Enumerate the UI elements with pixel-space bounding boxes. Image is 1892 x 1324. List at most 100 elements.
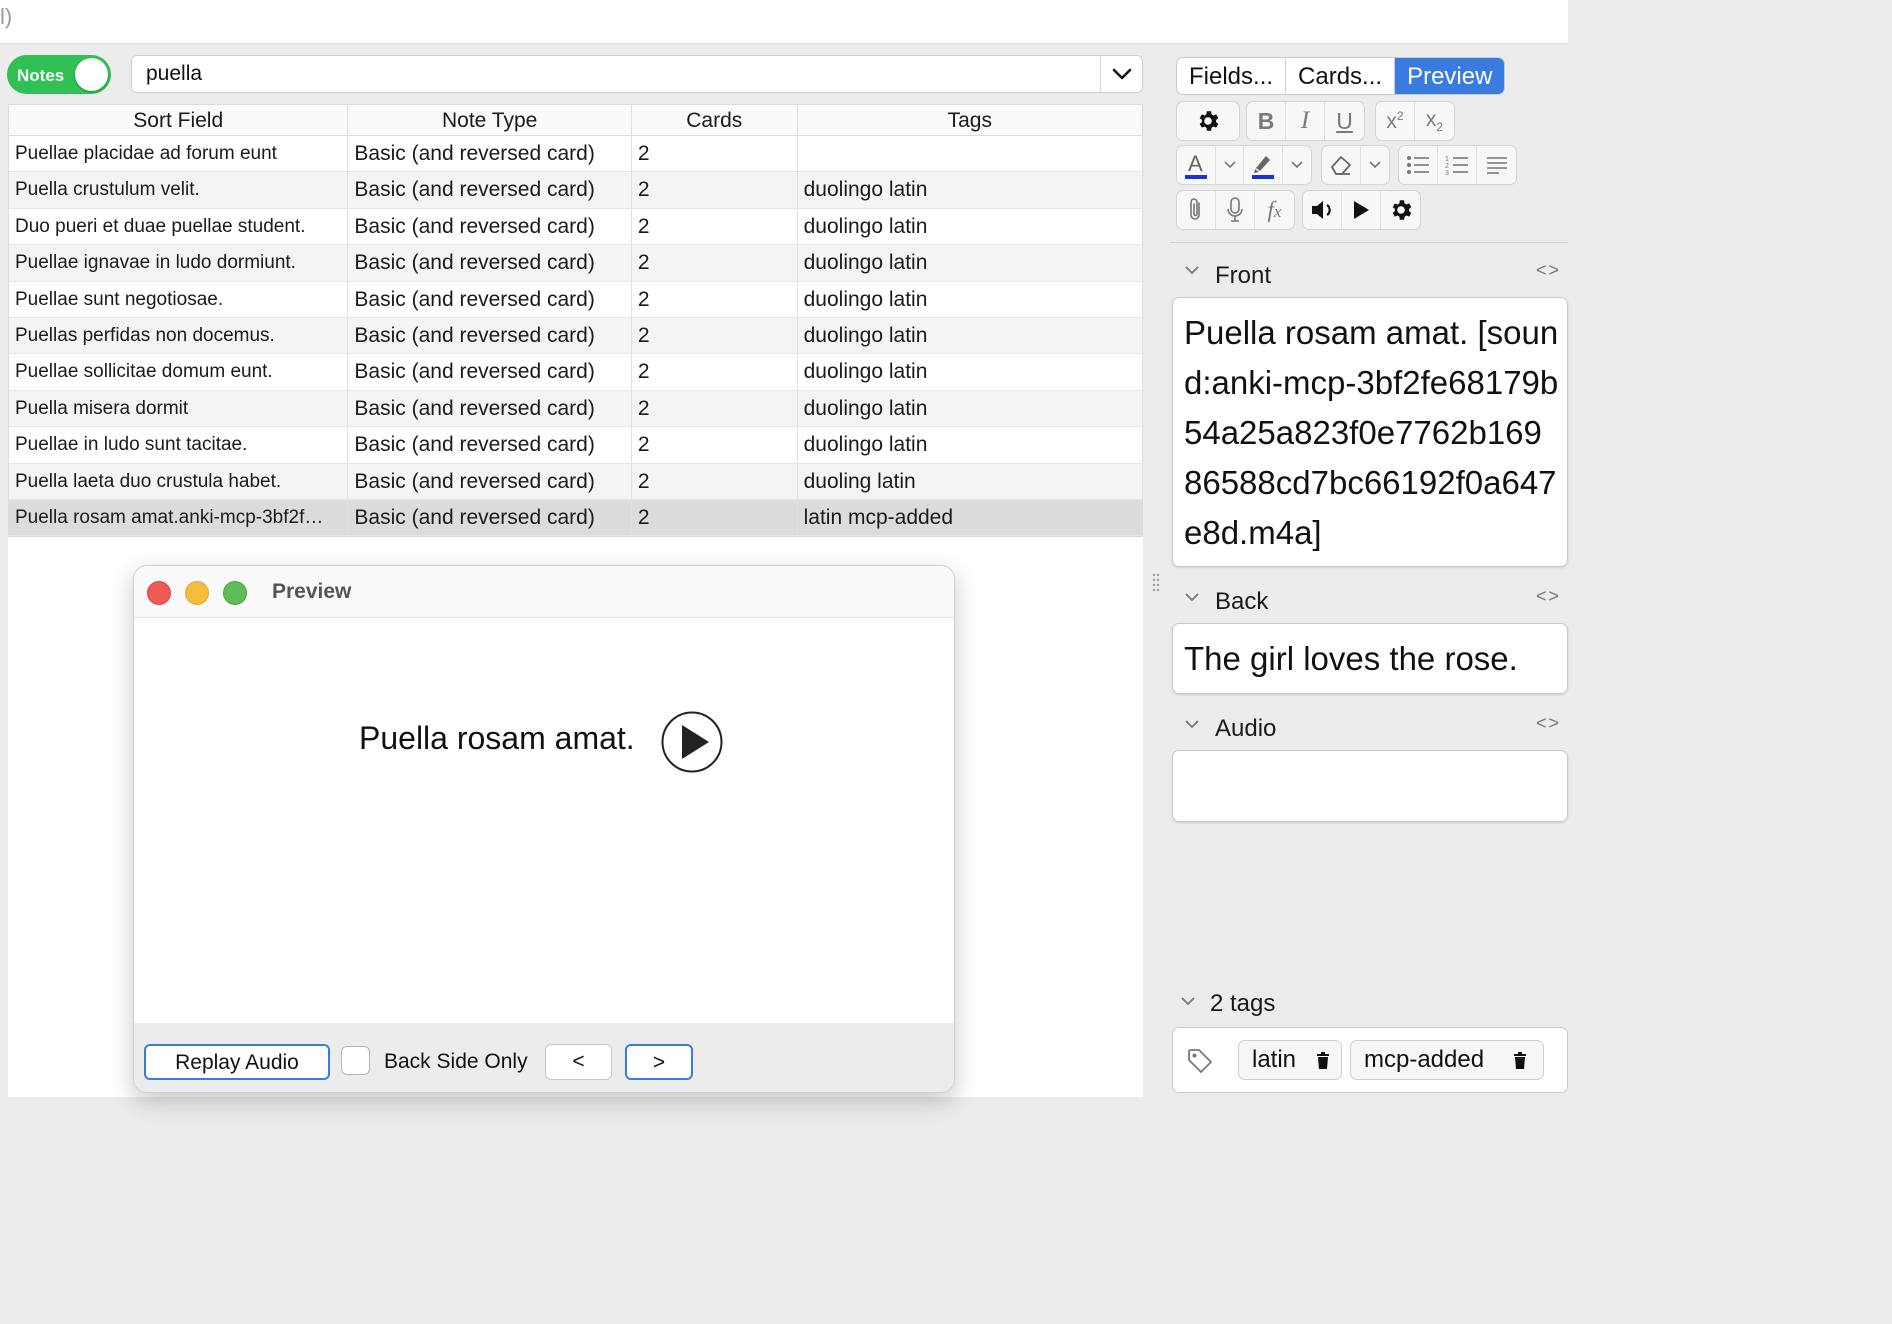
collapse-chevron-icon[interactable]: [1184, 592, 1200, 602]
superscript-icon[interactable]: x2: [1376, 102, 1415, 140]
cell-tags: [798, 136, 1142, 171]
chevron-down-icon[interactable]: [1216, 146, 1244, 184]
cell-sort-field: Puella laeta duo crustula habet.: [9, 463, 349, 499]
search-input[interactable]: puella: [131, 55, 1143, 93]
table-row[interactable]: Puellae in ludo sunt tacitae. Basic (and…: [9, 427, 1142, 464]
column-header-tags[interactable]: Tags: [798, 105, 1142, 135]
html-editor-toggle-icon[interactable]: <>: [1536, 260, 1561, 281]
table-row[interactable]: Duo pueri et duae puellae student. Basic…: [9, 208, 1142, 246]
list-group: 123: [1398, 145, 1517, 185]
zoom-window-button[interactable]: [223, 581, 247, 605]
highlight-icon[interactable]: [1244, 146, 1283, 184]
cell-tags: duolingo latin: [803, 251, 928, 275]
cell-cards: 2: [632, 499, 798, 536]
play-audio-icon[interactable]: [661, 711, 723, 773]
tags-count-label: 2 tags: [1210, 990, 1276, 1017]
back-field-value: The girl loves the rose.: [1184, 640, 1518, 677]
cards-button[interactable]: Cards...: [1286, 58, 1396, 94]
column-header-note-type[interactable]: Note Type: [348, 105, 632, 135]
splitter-handle[interactable]: [1152, 573, 1160, 595]
cell-cards: 2: [632, 354, 798, 390]
audio-field-editor[interactable]: [1172, 750, 1568, 822]
cell-note-type: Basic (and reversed card): [348, 354, 632, 390]
table-row[interactable]: Puellae ignavae in ludo dormiunt. Basic …: [9, 245, 1142, 282]
table-row[interactable]: Puellas perfidas non docemus. Basic (and…: [9, 317, 1142, 355]
play-icon[interactable]: [1342, 191, 1381, 229]
tag-editor[interactable]: latin mcp-added: [1172, 1027, 1568, 1093]
window-top-strip: l): [0, 0, 1568, 44]
cell-tags: duolingo latin: [803, 178, 928, 202]
gear-icon[interactable]: [1177, 102, 1239, 140]
collapse-chevron-icon[interactable]: [1184, 265, 1200, 275]
subscript-icon[interactable]: x2: [1415, 102, 1454, 140]
eraser-icon[interactable]: [1322, 146, 1361, 184]
settings-icon[interactable]: [1381, 191, 1420, 229]
replay-audio-button[interactable]: Replay Audio: [144, 1044, 330, 1080]
back-side-only-checkbox[interactable]: [341, 1046, 370, 1075]
cell-sort-field: Puellae sunt negotiosae.: [9, 281, 349, 317]
preview-window-title: Preview: [272, 580, 352, 603]
previous-card-button[interactable]: <: [545, 1044, 612, 1080]
cell-tags: duoling latin: [803, 469, 916, 493]
notes-cards-toggle[interactable]: Notes: [7, 55, 111, 94]
chevron-down-icon: [1112, 68, 1131, 80]
collapse-chevron-icon[interactable]: [1184, 719, 1200, 729]
align-icon[interactable]: [1477, 146, 1516, 184]
tag-chip-mcp-added[interactable]: mcp-added: [1350, 1040, 1544, 1080]
delete-tag-icon[interactable]: [1316, 1052, 1330, 1069]
next-card-button[interactable]: >: [625, 1044, 693, 1080]
table-row[interactable]: Puella laeta duo crustula habet. Basic (…: [9, 463, 1142, 500]
table-row[interactable]: Puellae placidae ad forum eunt Basic (an…: [9, 136, 1142, 173]
close-window-button[interactable]: [147, 581, 171, 605]
sound-group: [1302, 190, 1421, 230]
table-row[interactable]: Puellae sunt negotiosae. Basic (and reve…: [9, 281, 1142, 318]
card-front-text: Puella rosam amat.: [359, 720, 635, 756]
table-row-selected[interactable]: Puella rosam amat.anki-mcp-3bf2f… Basic …: [9, 499, 1142, 537]
bullet-list-icon[interactable]: [1399, 146, 1438, 184]
card-preview-area: Puella rosam amat.: [134, 618, 954, 1023]
tag-chip-latin[interactable]: latin: [1238, 1040, 1342, 1080]
cell-cards: 2: [632, 427, 798, 463]
cell-sort-field: Puella rosam amat.anki-mcp-3bf2f…: [9, 499, 349, 536]
delete-tag-icon[interactable]: [1513, 1052, 1527, 1069]
microphone-icon[interactable]: [1216, 191, 1255, 229]
attachment-icon[interactable]: [1177, 191, 1216, 229]
editor-tab-bar: Fields... Cards... Preview: [1176, 57, 1506, 95]
front-field-editor[interactable]: Puella rosam amat. [sound:anki-mcp-3bf2f…: [1172, 297, 1568, 567]
table-row[interactable]: Puellae sollicitae domum eunt. Basic (an…: [9, 354, 1142, 391]
column-header-sort-field[interactable]: Sort Field: [9, 105, 349, 135]
audio-icon[interactable]: [1303, 191, 1342, 229]
formula-icon[interactable]: fx: [1255, 191, 1294, 229]
format-group: B I U: [1246, 101, 1365, 141]
text-color-icon[interactable]: A: [1177, 146, 1216, 184]
column-header-cards[interactable]: Cards: [632, 105, 798, 135]
back-field-editor[interactable]: The girl loves the rose.: [1172, 623, 1568, 694]
toolbar-divider: [1170, 242, 1568, 243]
cell-cards: 2: [632, 245, 798, 281]
preview-button[interactable]: Preview: [1395, 58, 1505, 94]
table-row[interactable]: Puella misera dormit Basic (and reversed…: [9, 390, 1142, 428]
bold-icon[interactable]: B: [1247, 102, 1286, 140]
cell-sort-field: Duo pueri et duae puellae student.: [9, 208, 349, 245]
underline-icon[interactable]: U: [1325, 102, 1364, 140]
html-editor-toggle-icon[interactable]: <>: [1536, 713, 1561, 734]
cell-tags: duolingo latin: [803, 214, 928, 238]
chevron-down-icon[interactable]: [1361, 146, 1389, 184]
fields-button[interactable]: Fields...: [1177, 58, 1287, 94]
cell-cards: 2: [632, 390, 798, 427]
italic-icon[interactable]: I: [1286, 102, 1325, 140]
search-history-dropdown[interactable]: [1100, 56, 1142, 92]
back-field-label: Back: [1215, 588, 1269, 615]
cell-sort-field: Puellae sollicitae domum eunt.: [9, 354, 349, 390]
minimize-window-button[interactable]: [185, 581, 209, 605]
cell-sort-field: Puella crustulum velit.: [9, 172, 349, 208]
preview-titlebar[interactable]: Preview: [134, 566, 954, 618]
collapse-chevron-icon[interactable]: [1180, 996, 1196, 1006]
numbered-list-icon[interactable]: 123: [1438, 146, 1477, 184]
color-group: A: [1176, 145, 1312, 185]
table-row[interactable]: Puella crustulum velit. Basic (and rever…: [9, 172, 1142, 209]
media-group: fx: [1176, 190, 1295, 230]
html-editor-toggle-icon[interactable]: <>: [1536, 586, 1561, 607]
chevron-down-icon[interactable]: [1283, 146, 1311, 184]
cell-note-type: Basic (and reversed card): [348, 245, 632, 281]
